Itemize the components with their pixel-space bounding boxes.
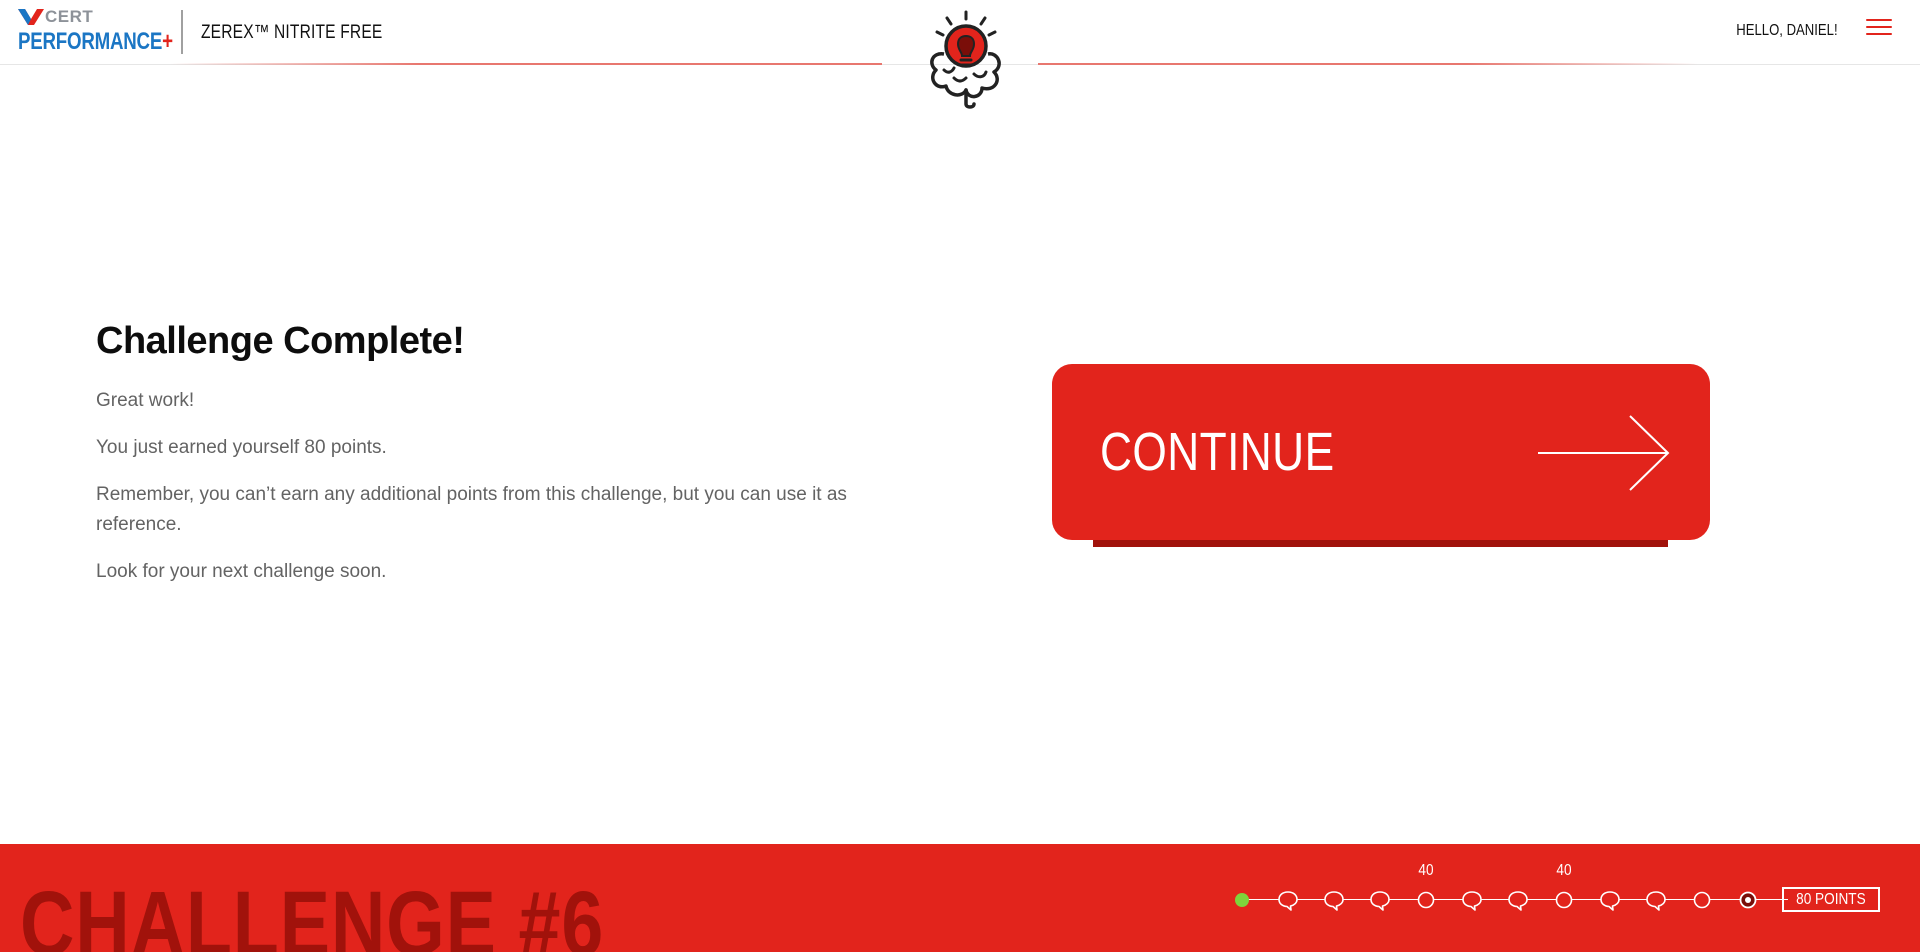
challenge-progress-track: 80 POINTS 40 40: [1235, 844, 1880, 952]
vcert-performance-logo[interactable]: CERT PERFORMANCE+: [18, 7, 173, 58]
continue-button-label: CONTINUE: [1100, 422, 1335, 482]
speech-bubble-icon: [1277, 889, 1299, 911]
speech-bubble-icon: [1645, 889, 1667, 911]
message-paragraph: Great work!: [96, 390, 195, 411]
progress-start-dot: [1231, 889, 1253, 911]
header-divider: [181, 10, 183, 54]
progress-milestone-circle: [1691, 889, 1713, 911]
continue-button-wrapper: CONTINUE: [1052, 364, 1710, 547]
message-paragraph: Remember, you can’t earn any additional …: [96, 484, 847, 535]
brain-lightbulb-emblem: [896, 8, 1036, 114]
speech-bubble-icon: [1323, 889, 1345, 911]
hamburger-menu-icon[interactable]: [1866, 19, 1892, 37]
header-accent-line-right: [1038, 63, 1698, 65]
speech-bubble-icon: [1369, 889, 1391, 911]
challenge-complete-message: Challenge Complete! Great work! You just…: [96, 318, 896, 604]
speech-bubble-icon: [1507, 889, 1529, 911]
message-paragraph: You just earned yourself 80 points.: [96, 437, 387, 458]
speech-bubble-icon: [1599, 889, 1621, 911]
logo-cert-text: CERT: [45, 7, 94, 26]
message-paragraph: Look for your next challenge soon.: [96, 561, 387, 582]
header-accent-line-left: [170, 63, 882, 65]
page-title: Challenge Complete!: [96, 320, 465, 362]
continue-button[interactable]: CONTINUE: [1052, 364, 1710, 540]
progress-current-marker: [1737, 889, 1759, 911]
milestone-points-label: 40: [1556, 862, 1572, 879]
user-greeting: HELLO, DANIEL!: [1736, 22, 1838, 39]
progress-milestone-circle: [1415, 889, 1437, 911]
speech-bubble-icon: [1461, 889, 1483, 911]
brain-lightbulb-icon: [930, 10, 1001, 109]
product-name: ZEREX™ NITRITE FREE: [201, 22, 383, 43]
arrow-right-icon: [1538, 415, 1670, 491]
milestone-points-label: 40: [1418, 862, 1434, 879]
challenge-number-label: CHALLENGE #6: [20, 873, 605, 952]
v-checkmark-icon: [18, 9, 44, 25]
logo-performance-text: PERFORMANCE+: [18, 28, 173, 55]
progress-milestone-circle: [1553, 889, 1575, 911]
challenge-footer-bar: CHALLENGE #6 80 POINTS 40 40: [0, 844, 1920, 952]
total-points-badge: 80 POINTS: [1782, 887, 1880, 912]
